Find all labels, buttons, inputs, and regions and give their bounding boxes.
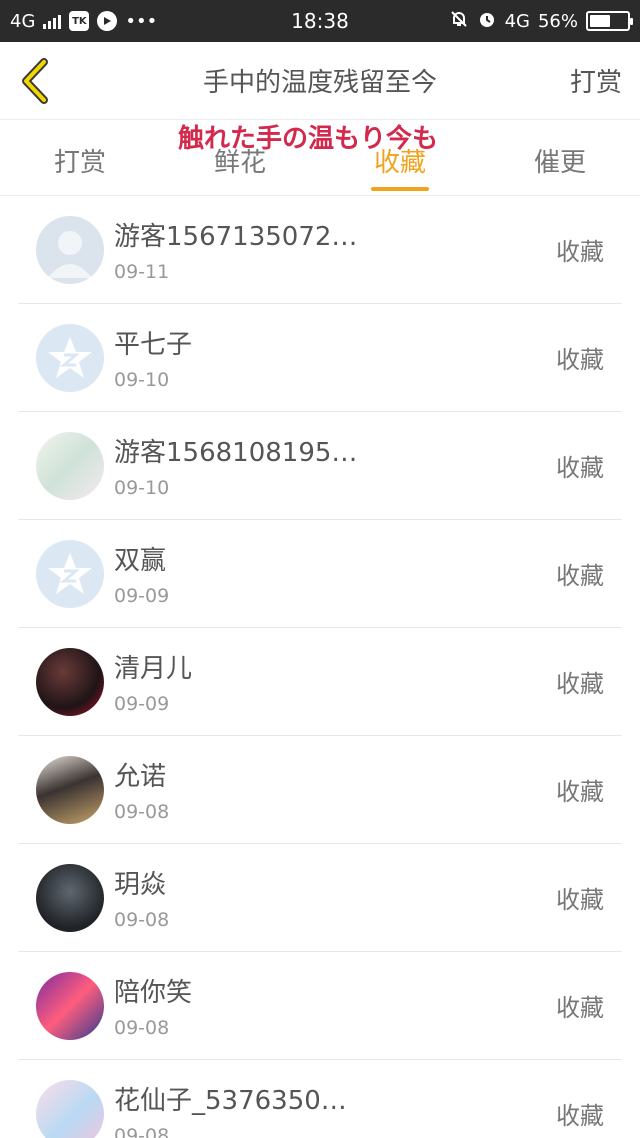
list-item[interactable]: 玥焱 09-08 收藏	[18, 844, 622, 952]
signal-icon	[43, 13, 62, 29]
qq-star-icon	[48, 552, 92, 594]
avatar	[36, 215, 104, 284]
list-item[interactable]: 平七子 09-10 收藏	[18, 304, 622, 412]
user-name: 允诺	[114, 762, 167, 792]
back-button[interactable]	[0, 42, 70, 120]
floating-lyric: 触れた手の温もり今も	[178, 124, 439, 154]
battery-percent: 56%	[537, 10, 578, 32]
date-label: 09-09	[114, 693, 170, 715]
status-left: 4G TK •••	[10, 11, 157, 32]
avatar	[36, 863, 104, 932]
alarm-clock-icon	[477, 9, 497, 34]
default-user-icon	[48, 230, 92, 278]
network-type-right: 4G	[504, 10, 530, 32]
list-item[interactable]: 陪你笑 09-08 收藏	[18, 952, 622, 1060]
date-label: 09-09	[114, 585, 170, 607]
avatar	[36, 755, 104, 824]
network-type-left: 4G	[10, 10, 36, 32]
page-title: 手中的温度残留至今	[202, 68, 437, 98]
list-item[interactable]: 清月儿 09-09 收藏	[18, 628, 622, 736]
date-label: 09-08	[114, 909, 170, 931]
user-name: 游客1567135072…	[114, 222, 358, 252]
favorite-label: 收藏	[556, 778, 604, 806]
user-name: 花仙子_5376350…	[114, 1086, 347, 1116]
mute-bell-icon	[449, 9, 469, 34]
favorite-label: 收藏	[556, 346, 604, 374]
avatar	[36, 1079, 104, 1138]
app-notification-icon: TK	[69, 11, 90, 31]
list-item[interactable]: 双赢 09-09 收藏	[18, 520, 622, 628]
date-label: 09-10	[114, 369, 170, 391]
favorite-label: 收藏	[556, 454, 604, 482]
favorites-list: 游客1567135072… 09-11 收藏 平七子 09-10 收藏 游客1568…	[0, 196, 640, 1138]
chevron-left-icon	[22, 57, 48, 104]
date-label: 09-11	[114, 261, 170, 283]
battery-icon	[586, 11, 633, 31]
qq-star-icon	[48, 336, 92, 378]
list-item[interactable]: 游客1568108195… 09-10 收藏	[18, 412, 622, 520]
status-right: 4G 56%	[449, 9, 633, 34]
avatar	[36, 431, 104, 500]
user-name: 陪你笑	[114, 978, 193, 1008]
favorite-label: 收藏	[556, 238, 604, 266]
active-tab-indicator	[371, 187, 429, 191]
tab-urge-update[interactable]: 催更	[480, 120, 640, 195]
play-icon	[97, 11, 118, 31]
favorite-label: 收藏	[556, 1102, 604, 1130]
user-name: 双赢	[114, 546, 167, 576]
tab-label: 催更	[533, 148, 586, 178]
avatar	[36, 539, 104, 608]
favorite-label: 收藏	[556, 886, 604, 914]
more-notifications-icon: •••	[125, 10, 158, 32]
favorite-label: 收藏	[556, 994, 604, 1022]
tab-reward[interactable]: 打赏	[0, 120, 160, 195]
navigation-header: 手中的温度残留至今 打赏	[0, 42, 640, 120]
favorite-label: 收藏	[556, 670, 604, 698]
battery-fill	[590, 15, 611, 27]
favorite-label: 收藏	[556, 562, 604, 590]
user-name: 平七子	[114, 330, 193, 360]
user-name: 游客1568108195…	[114, 438, 358, 468]
date-label: 09-10	[114, 477, 170, 499]
avatar	[36, 647, 104, 716]
reward-button[interactable]: 打赏	[570, 62, 622, 99]
user-name: 清月儿	[114, 654, 193, 684]
list-item[interactable]: 游客1567135072… 09-11 收藏	[18, 196, 622, 304]
date-label: 09-08	[114, 801, 170, 823]
list-item[interactable]: 允诺 09-08 收藏	[18, 736, 622, 844]
date-label: 09-08	[114, 1125, 170, 1138]
user-name: 玥焱	[114, 870, 167, 900]
avatar	[36, 971, 104, 1040]
tab-label: 打赏	[53, 148, 106, 178]
avatar	[36, 323, 104, 392]
status-bar: 4G TK ••• 18:38 4G 56%	[0, 0, 640, 42]
date-label: 09-08	[114, 1017, 170, 1039]
list-item[interactable]: 花仙子_5376350… 09-08 收藏	[18, 1060, 622, 1138]
